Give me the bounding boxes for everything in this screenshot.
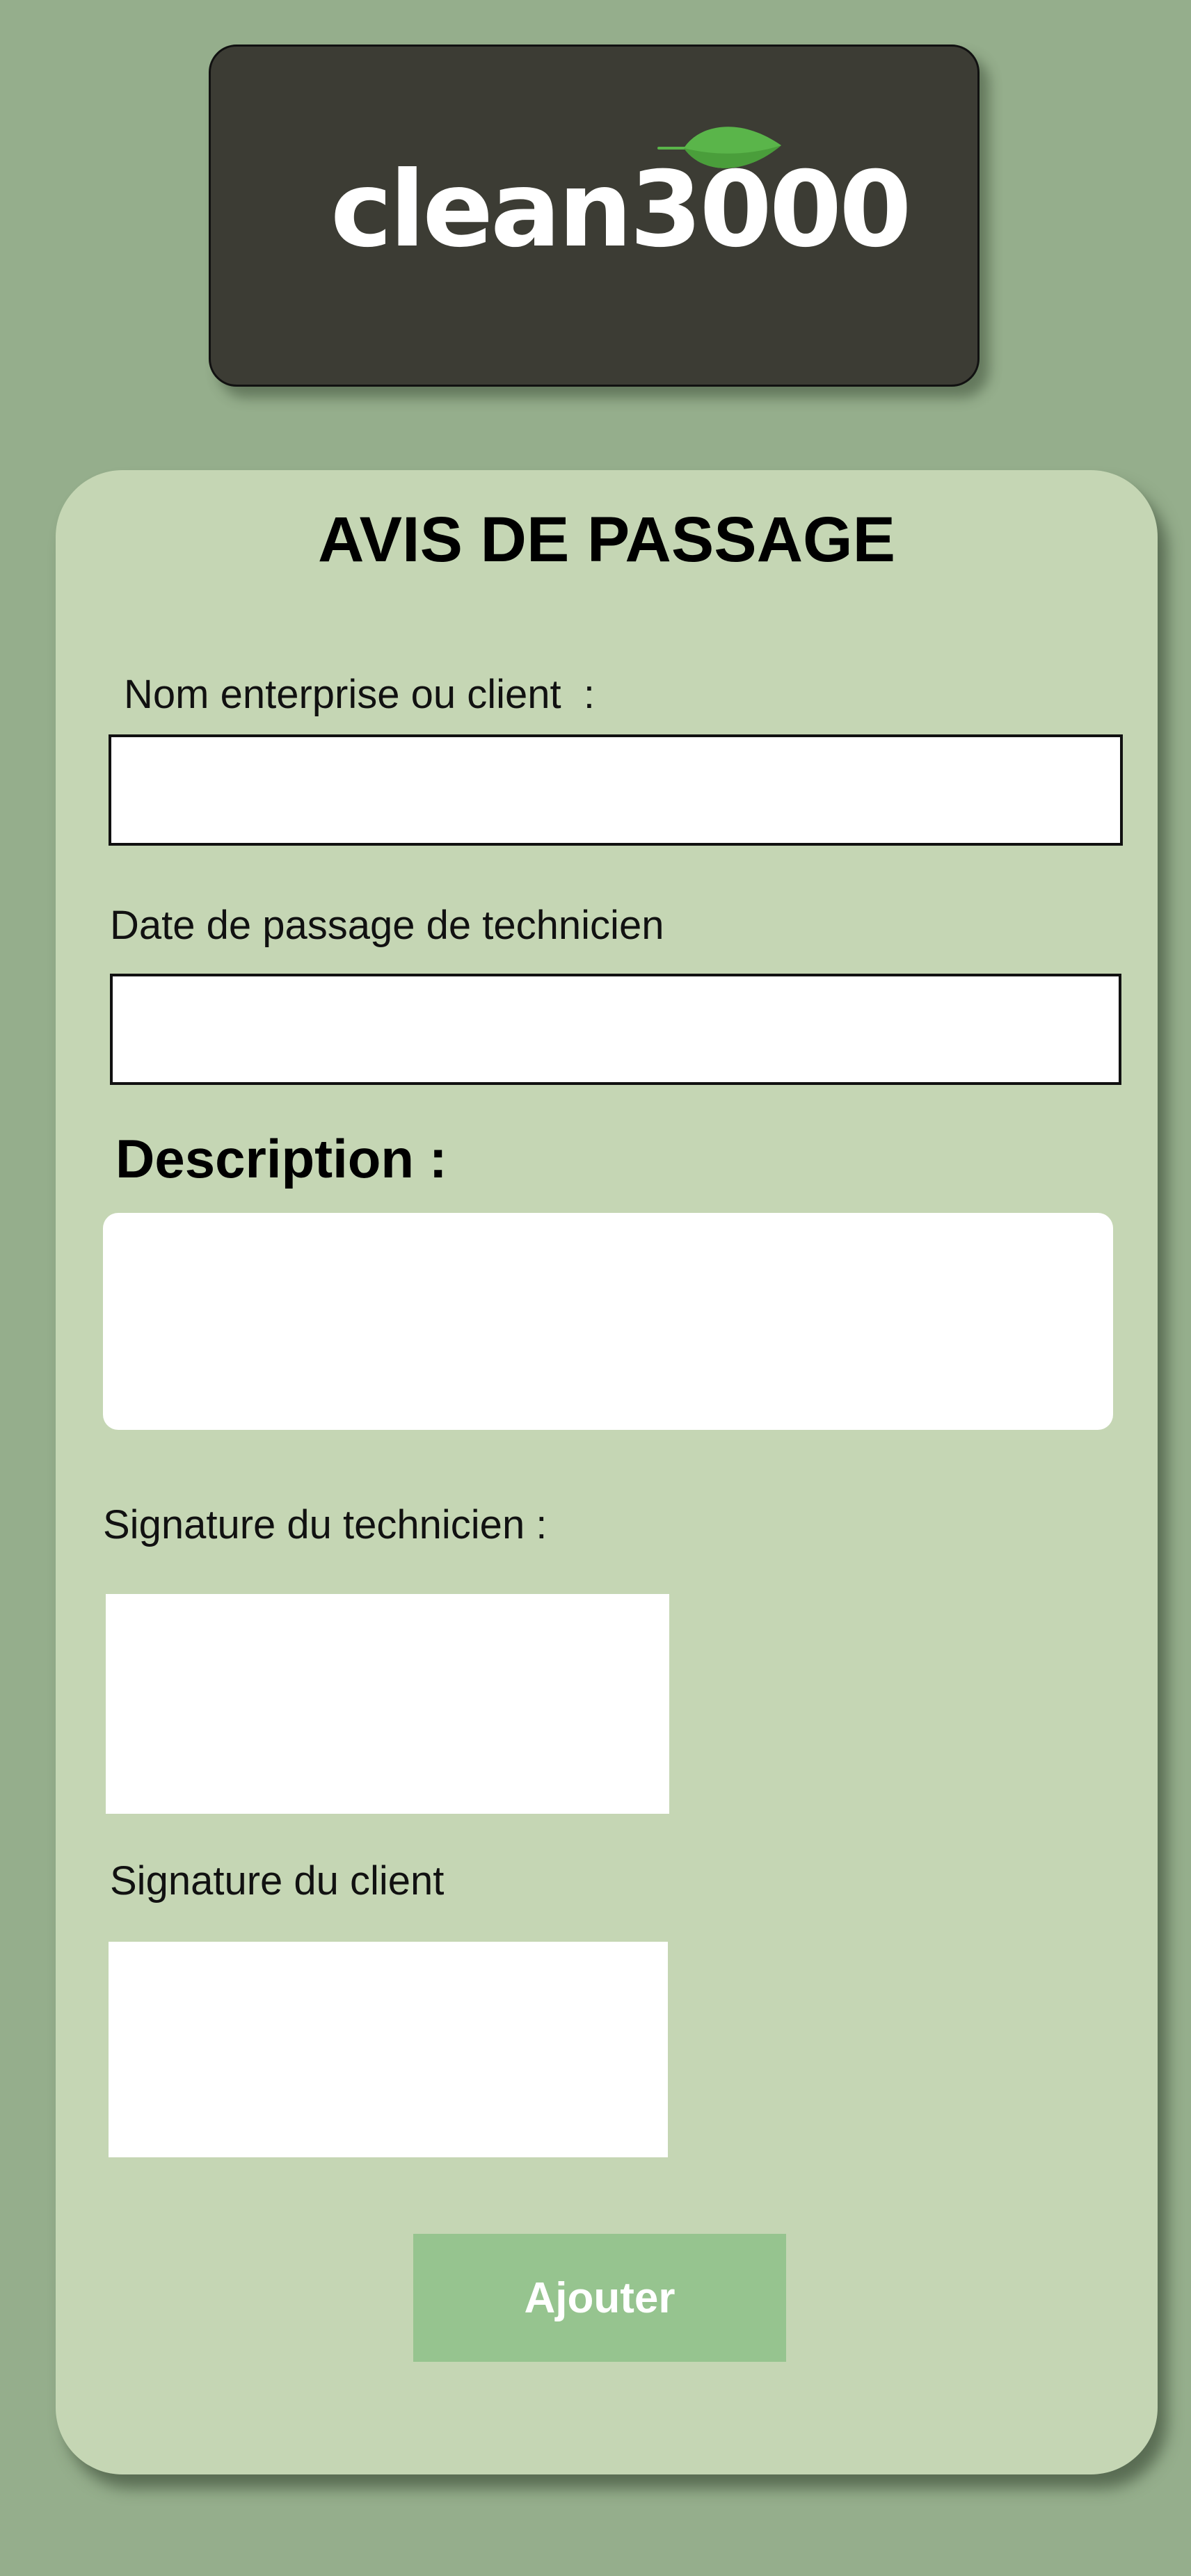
client-signature-pad[interactable] xyxy=(109,1942,668,2157)
technician-signature-label: Signature du technicien : xyxy=(103,1502,547,1547)
description-heading: Description : xyxy=(115,1128,447,1189)
client-name-label: Nom enterprise ou client : xyxy=(124,672,595,717)
client-name-input[interactable] xyxy=(109,734,1123,846)
logo-wordmark: clean3000 xyxy=(330,150,912,271)
leaf-icon xyxy=(657,127,781,168)
logo-card: clean3000 xyxy=(209,45,980,387)
client-signature-label: Signature du client xyxy=(110,1858,445,1903)
visit-date-label: Date de passage de technicien xyxy=(110,903,664,948)
form-title: AVIS DE PASSAGE xyxy=(318,504,895,575)
description-textarea[interactable] xyxy=(103,1213,1113,1430)
add-button[interactable]: Ajouter xyxy=(413,2234,786,2362)
visit-date-input[interactable] xyxy=(110,974,1121,1085)
visit-notice-form: AVIS DE PASSAGE Nom enterprise ou client… xyxy=(56,470,1158,2474)
technician-signature-pad[interactable] xyxy=(106,1594,669,1814)
